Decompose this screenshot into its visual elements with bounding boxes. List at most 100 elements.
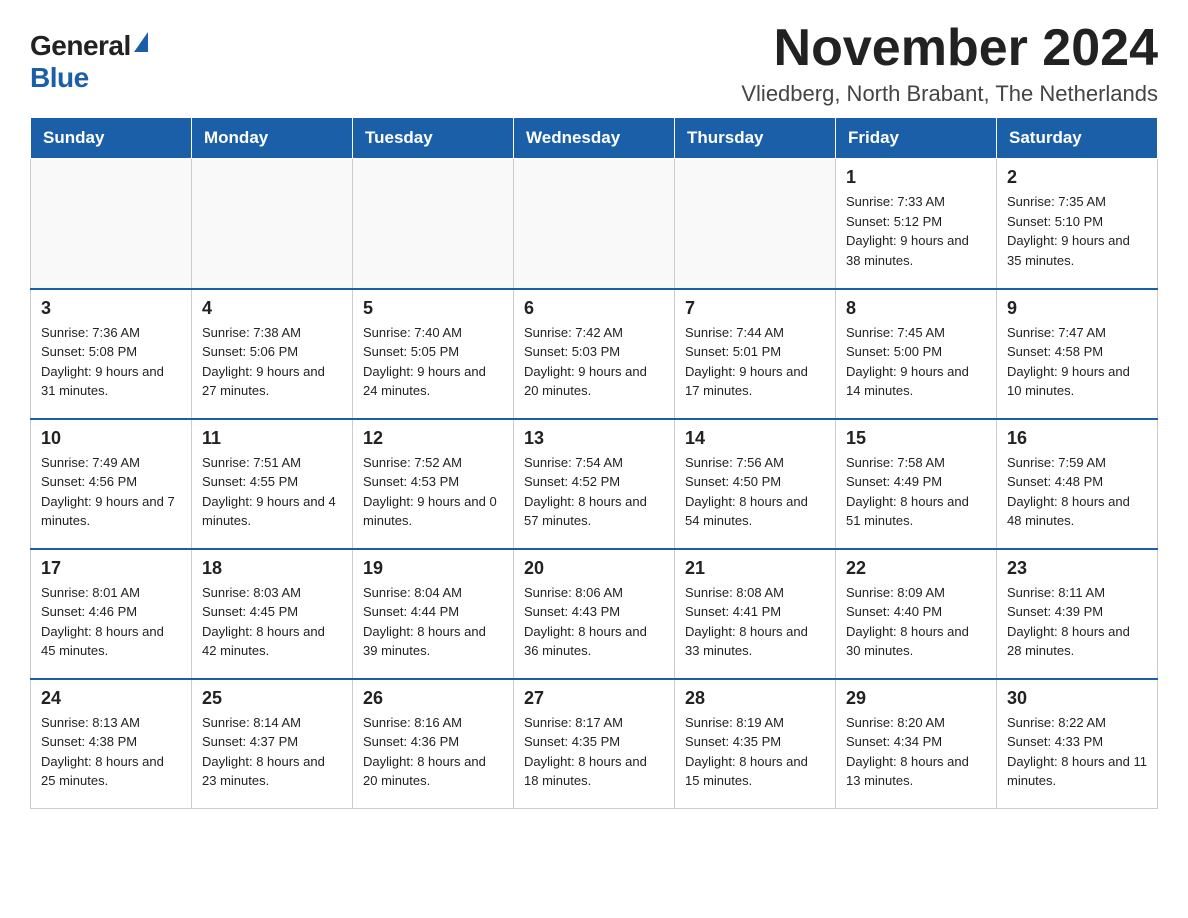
weekday-header-row: SundayMondayTuesdayWednesdayThursdayFrid… [31,118,1158,159]
day-info: Sunrise: 8:22 AM Sunset: 4:33 PM Dayligh… [1007,713,1147,791]
day-number: 26 [363,688,503,709]
week-row-1: 1 Sunrise: 7:33 AM Sunset: 5:12 PM Daylig… [31,159,1158,289]
calendar-cell: 8 Sunrise: 7:45 AM Sunset: 5:00 PM Daylig… [836,289,997,419]
calendar-cell [353,159,514,289]
day-info: Sunrise: 7:49 AM Sunset: 4:56 PM Dayligh… [41,453,181,531]
location-title: Vliedberg, North Brabant, The Netherland… [741,81,1158,107]
logo: General Blue [30,30,148,94]
day-info: Sunrise: 8:09 AM Sunset: 4:40 PM Dayligh… [846,583,986,661]
day-number: 19 [363,558,503,579]
week-row-2: 3Sunrise: 7:36 AM Sunset: 5:08 PM Daylig… [31,289,1158,419]
header-wednesday: Wednesday [514,118,675,159]
calendar-cell: 22 Sunrise: 8:09 AM Sunset: 4:40 PM Dayli… [836,549,997,679]
calendar-cell: 16Sunrise: 7:59 AM Sunset: 4:48 PM Dayli… [997,419,1158,549]
day-info: Sunrise: 8:13 AM Sunset: 4:38 PM Dayligh… [41,713,181,791]
day-info: Sunrise: 7:42 AM Sunset: 5:03 PM Dayligh… [524,323,664,401]
day-number: 29 [846,688,986,709]
day-info: Sunrise: 7:38 AM Sunset: 5:06 PM Dayligh… [202,323,342,401]
day-number: 15 [846,428,986,449]
header-tuesday: Tuesday [353,118,514,159]
day-info: Sunrise: 8:06 AM Sunset: 4:43 PM Dayligh… [524,583,664,661]
day-number: 11 [202,428,342,449]
day-number: 8 [846,298,986,319]
calendar-cell [514,159,675,289]
day-number: 18 [202,558,342,579]
day-info: Sunrise: 7:45 AM Sunset: 5:00 PM Dayligh… [846,323,986,401]
day-number: 28 [685,688,825,709]
day-info: Sunrise: 7:52 AM Sunset: 4:53 PM Dayligh… [363,453,503,531]
day-info: Sunrise: 7:56 AM Sunset: 4:50 PM Dayligh… [685,453,825,531]
day-number: 25 [202,688,342,709]
day-info: Sunrise: 8:04 AM Sunset: 4:44 PM Dayligh… [363,583,503,661]
day-number: 22 [846,558,986,579]
calendar-cell: 20Sunrise: 8:06 AM Sunset: 4:43 PM Dayli… [514,549,675,679]
calendar-cell: 4 Sunrise: 7:38 AM Sunset: 5:06 PM Daylig… [192,289,353,419]
calendar-cell [192,159,353,289]
logo-blue-text: Blue [30,62,89,94]
calendar-cell: 6 Sunrise: 7:42 AM Sunset: 5:03 PM Daylig… [514,289,675,419]
calendar-cell: 28 Sunrise: 8:19 AM Sunset: 4:35 PM Dayli… [675,679,836,809]
calendar-cell: 24Sunrise: 8:13 AM Sunset: 4:38 PM Dayli… [31,679,192,809]
day-number: 30 [1007,688,1147,709]
logo-general-text: General [30,30,131,62]
month-title: November 2024 [741,20,1158,77]
day-number: 3 [41,298,181,319]
title-area: November 2024 Vliedberg, North Brabant, … [741,20,1158,107]
day-number: 2 [1007,167,1147,188]
day-number: 7 [685,298,825,319]
day-number: 21 [685,558,825,579]
day-info: Sunrise: 8:08 AM Sunset: 4:41 PM Dayligh… [685,583,825,661]
header-saturday: Saturday [997,118,1158,159]
day-number: 14 [685,428,825,449]
header: General Blue November 2024 Vliedberg, No… [30,20,1158,107]
calendar-cell: 13Sunrise: 7:54 AM Sunset: 4:52 PM Dayli… [514,419,675,549]
calendar-cell: 9 Sunrise: 7:47 AM Sunset: 4:58 PM Daylig… [997,289,1158,419]
day-number: 17 [41,558,181,579]
calendar-cell: 25Sunrise: 8:14 AM Sunset: 4:37 PM Dayli… [192,679,353,809]
header-sunday: Sunday [31,118,192,159]
header-thursday: Thursday [675,118,836,159]
calendar-cell [675,159,836,289]
day-info: Sunrise: 7:51 AM Sunset: 4:55 PM Dayligh… [202,453,342,531]
calendar-cell: 11 Sunrise: 7:51 AM Sunset: 4:55 PM Dayli… [192,419,353,549]
day-info: Sunrise: 8:17 AM Sunset: 4:35 PM Dayligh… [524,713,664,791]
calendar-cell: 23Sunrise: 8:11 AM Sunset: 4:39 PM Dayli… [997,549,1158,679]
day-info: Sunrise: 7:47 AM Sunset: 4:58 PM Dayligh… [1007,323,1147,401]
calendar-cell: 17 Sunrise: 8:01 AM Sunset: 4:46 PM Dayli… [31,549,192,679]
day-number: 27 [524,688,664,709]
day-info: Sunrise: 8:01 AM Sunset: 4:46 PM Dayligh… [41,583,181,661]
day-number: 4 [202,298,342,319]
calendar-cell [31,159,192,289]
day-number: 5 [363,298,503,319]
calendar-cell: 14 Sunrise: 7:56 AM Sunset: 4:50 PM Dayli… [675,419,836,549]
day-info: Sunrise: 8:03 AM Sunset: 4:45 PM Dayligh… [202,583,342,661]
day-number: 9 [1007,298,1147,319]
day-info: Sunrise: 7:33 AM Sunset: 5:12 PM Dayligh… [846,192,986,270]
calendar-cell: 27 Sunrise: 8:17 AM Sunset: 4:35 PM Dayli… [514,679,675,809]
day-info: Sunrise: 7:35 AM Sunset: 5:10 PM Dayligh… [1007,192,1147,270]
week-row-4: 17 Sunrise: 8:01 AM Sunset: 4:46 PM Dayli… [31,549,1158,679]
logo-triangle-icon [134,32,148,52]
calendar-table: SundayMondayTuesdayWednesdayThursdayFrid… [30,117,1158,809]
calendar-cell: 29 Sunrise: 8:20 AM Sunset: 4:34 PM Dayli… [836,679,997,809]
header-friday: Friday [836,118,997,159]
day-info: Sunrise: 7:40 AM Sunset: 5:05 PM Dayligh… [363,323,503,401]
calendar-cell: 7Sunrise: 7:44 AM Sunset: 5:01 PM Daylig… [675,289,836,419]
day-number: 6 [524,298,664,319]
day-info: Sunrise: 8:16 AM Sunset: 4:36 PM Dayligh… [363,713,503,791]
calendar-cell: 3Sunrise: 7:36 AM Sunset: 5:08 PM Daylig… [31,289,192,419]
week-row-5: 24Sunrise: 8:13 AM Sunset: 4:38 PM Dayli… [31,679,1158,809]
day-info: Sunrise: 8:20 AM Sunset: 4:34 PM Dayligh… [846,713,986,791]
week-row-3: 10Sunrise: 7:49 AM Sunset: 4:56 PM Dayli… [31,419,1158,549]
calendar-cell: 10Sunrise: 7:49 AM Sunset: 4:56 PM Dayli… [31,419,192,549]
calendar-cell: 30 Sunrise: 8:22 AM Sunset: 4:33 PM Dayli… [997,679,1158,809]
day-info: Sunrise: 7:58 AM Sunset: 4:49 PM Dayligh… [846,453,986,531]
day-number: 16 [1007,428,1147,449]
calendar-cell: 15 Sunrise: 7:58 AM Sunset: 4:49 PM Dayli… [836,419,997,549]
calendar-cell: 2 Sunrise: 7:35 AM Sunset: 5:10 PM Daylig… [997,159,1158,289]
day-number: 1 [846,167,986,188]
calendar-cell: 1 Sunrise: 7:33 AM Sunset: 5:12 PM Daylig… [836,159,997,289]
calendar-cell: 19 Sunrise: 8:04 AM Sunset: 4:44 PM Dayli… [353,549,514,679]
calendar-cell: 26 Sunrise: 8:16 AM Sunset: 4:36 PM Dayli… [353,679,514,809]
day-info: Sunrise: 8:19 AM Sunset: 4:35 PM Dayligh… [685,713,825,791]
